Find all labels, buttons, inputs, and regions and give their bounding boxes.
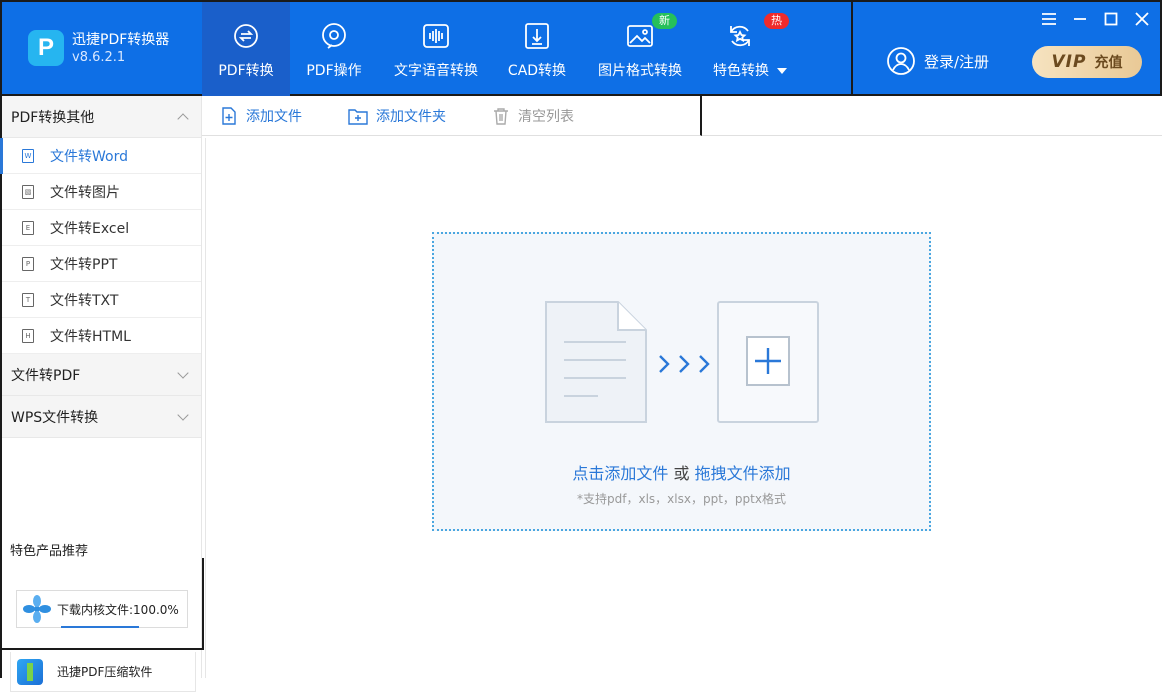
vip-recharge-button[interactable]: VIP 充值 [1032, 46, 1142, 78]
sidebar-item-to-html[interactable]: H 文件转HTML [2, 318, 201, 354]
vip-recharge-label: 充值 [1094, 55, 1123, 71]
sidebar-item-to-ppt[interactable]: P 文件转PPT [2, 246, 201, 282]
promo-label: 迅捷PDF压缩软件 [57, 665, 153, 679]
nav-label-row: 特色转换 [713, 60, 787, 80]
group-title: PDF转换其他 [11, 109, 95, 126]
click-add-file-link[interactable]: 点击添加文件 [572, 464, 668, 483]
file-dropzone[interactable]: 点击添加文件 或 拖拽文件添加 *支持pdf，xls，xlsx，ppt，pptx… [432, 232, 931, 531]
brand: 迅捷PDF转换器 v8.6.2.1 [28, 30, 169, 66]
special-convert-icon [730, 25, 750, 47]
group-title: 文件转PDF [11, 367, 81, 384]
pdf-convert-icon [234, 24, 258, 48]
nav-label: 特色转换 [713, 63, 769, 79]
add-file-label: 添加文件 [246, 108, 302, 125]
sidebar-item-to-excel[interactable]: E 文件转Excel [2, 210, 201, 246]
app-logo-icon [28, 30, 64, 66]
divider [851, 2, 853, 96]
excel-file-icon: E [22, 220, 34, 235]
add-file-button[interactable]: 添加文件 [220, 106, 302, 126]
nav-pdf-operate[interactable]: PDF操作 [290, 2, 378, 96]
nav-cad[interactable]: CAD转换 [494, 2, 580, 96]
sidebar-item-label: 文件转TXT [50, 292, 119, 309]
dropdown-caret-icon [777, 68, 787, 74]
add-folder-button[interactable]: 添加文件夹 [348, 106, 446, 126]
fan-icon [23, 595, 51, 623]
app-version: v8.6.2.1 [72, 50, 126, 65]
file-to-add-illustration [545, 301, 819, 423]
sidebar-group-pdf-convert-other[interactable]: PDF转换其他 [2, 96, 201, 138]
or-text: 或 [673, 464, 690, 483]
add-file-icon [222, 106, 236, 125]
drag-add-file-link: 拖拽文件添加 [694, 464, 791, 483]
download-progress-bar [61, 626, 139, 628]
featured-products-title: 特色产品推荐 [10, 544, 89, 559]
trash-icon [494, 107, 508, 125]
badge-hot: 热 [764, 13, 789, 29]
chevron-up-icon [177, 112, 189, 125]
compress-app-icon [17, 658, 43, 685]
audio-wave-icon [423, 24, 449, 48]
nav-text-speech[interactable]: 文字语音转换 [378, 2, 494, 96]
user-icon [887, 47, 915, 75]
nav-label: PDF转换 [218, 63, 274, 79]
txt-file-icon: T [22, 292, 34, 307]
nav-label: PDF操作 [306, 63, 362, 79]
pdf-operate-icon [322, 23, 346, 49]
ppt-file-icon: P [22, 256, 34, 271]
word-file-icon: W [22, 148, 34, 163]
sidebar-item-label: 文件转Excel [50, 220, 130, 237]
sidebar-item-label: 文件转Word [50, 148, 128, 165]
menu-icon[interactable] [1041, 10, 1057, 28]
sidebar: PDF转换其他 W 文件转Word ▧ 文件转图片 E 文件转Excel P 文… [0, 96, 204, 692]
maximize-icon[interactable] [1103, 10, 1119, 28]
vip-label: VIP [1051, 52, 1087, 72]
supported-formats-note: *支持pdf，xls，xlsx，ppt，pptx格式 [577, 492, 786, 506]
dropzone-instruction: 点击添加文件 或 拖拽文件添加 [434, 460, 929, 484]
sidebar-item-to-image[interactable]: ▧ 文件转图片 [2, 174, 201, 210]
group-title: WPS文件转换 [11, 409, 99, 426]
add-folder-label: 添加文件夹 [376, 108, 446, 125]
close-icon[interactable] [1134, 10, 1150, 28]
image-file-icon: ▧ [22, 184, 34, 199]
chevron-down-icon [177, 408, 189, 421]
sidebar-item-label: 文件转PPT [50, 256, 118, 273]
login-button[interactable]: 登录/注册 [886, 46, 989, 76]
nav-label: CAD转换 [507, 63, 567, 79]
window-controls [1041, 10, 1150, 28]
html-file-icon: H [22, 328, 34, 343]
nav-label: 图片格式转换 [598, 63, 682, 79]
clear-list-label: 清空列表 [518, 108, 574, 125]
app-name: 迅捷PDF转换器 [72, 32, 170, 48]
download-status-text: 下载内核文件:100.0% [57, 602, 179, 617]
top-bar: 迅捷PDF转换器 v8.6.2.1 PDF转换 PDF操作 文字语音转换 CAD… [0, 0, 1162, 96]
nav-image-format[interactable]: 新 图片格式转换 [580, 2, 700, 96]
nav-label: 文字语音转换 [394, 63, 478, 79]
chevron-down-icon [177, 366, 189, 379]
sidebar-group-file-to-pdf[interactable]: 文件转PDF [2, 354, 201, 396]
minimize-icon[interactable] [1072, 10, 1088, 28]
main-nav: PDF转换 PDF操作 文字语音转换 CAD转换 新 图片格式转换 热 特色转换 [202, 2, 800, 96]
clear-list-button[interactable]: 清空列表 [492, 106, 574, 126]
cad-icon [525, 23, 549, 49]
download-status-card: 下载内核文件:100.0% [16, 590, 188, 628]
sidebar-group-wps[interactable]: WPS文件转换 [2, 396, 201, 438]
nav-pdf-convert[interactable]: PDF转换 [202, 2, 290, 96]
sidebar-item-label: 文件转图片 [50, 184, 120, 201]
add-folder-icon [348, 108, 368, 125]
image-icon [627, 25, 653, 47]
sidebar-item-label: 文件转HTML [50, 328, 131, 345]
badge-new: 新 [652, 13, 677, 29]
sidebar-item-to-word[interactable]: W 文件转Word [0, 138, 201, 174]
promo-item[interactable]: 迅捷PDF压缩软件 [10, 652, 196, 692]
toolbar-empty-area [702, 96, 1162, 136]
login-label: 登录/注册 [924, 52, 990, 71]
nav-special-convert[interactable]: 热 特色转换 [700, 2, 800, 96]
sidebar-item-to-txt[interactable]: T 文件转TXT [2, 282, 201, 318]
toolbar: 添加文件 添加文件夹 清空列表 [202, 96, 702, 136]
